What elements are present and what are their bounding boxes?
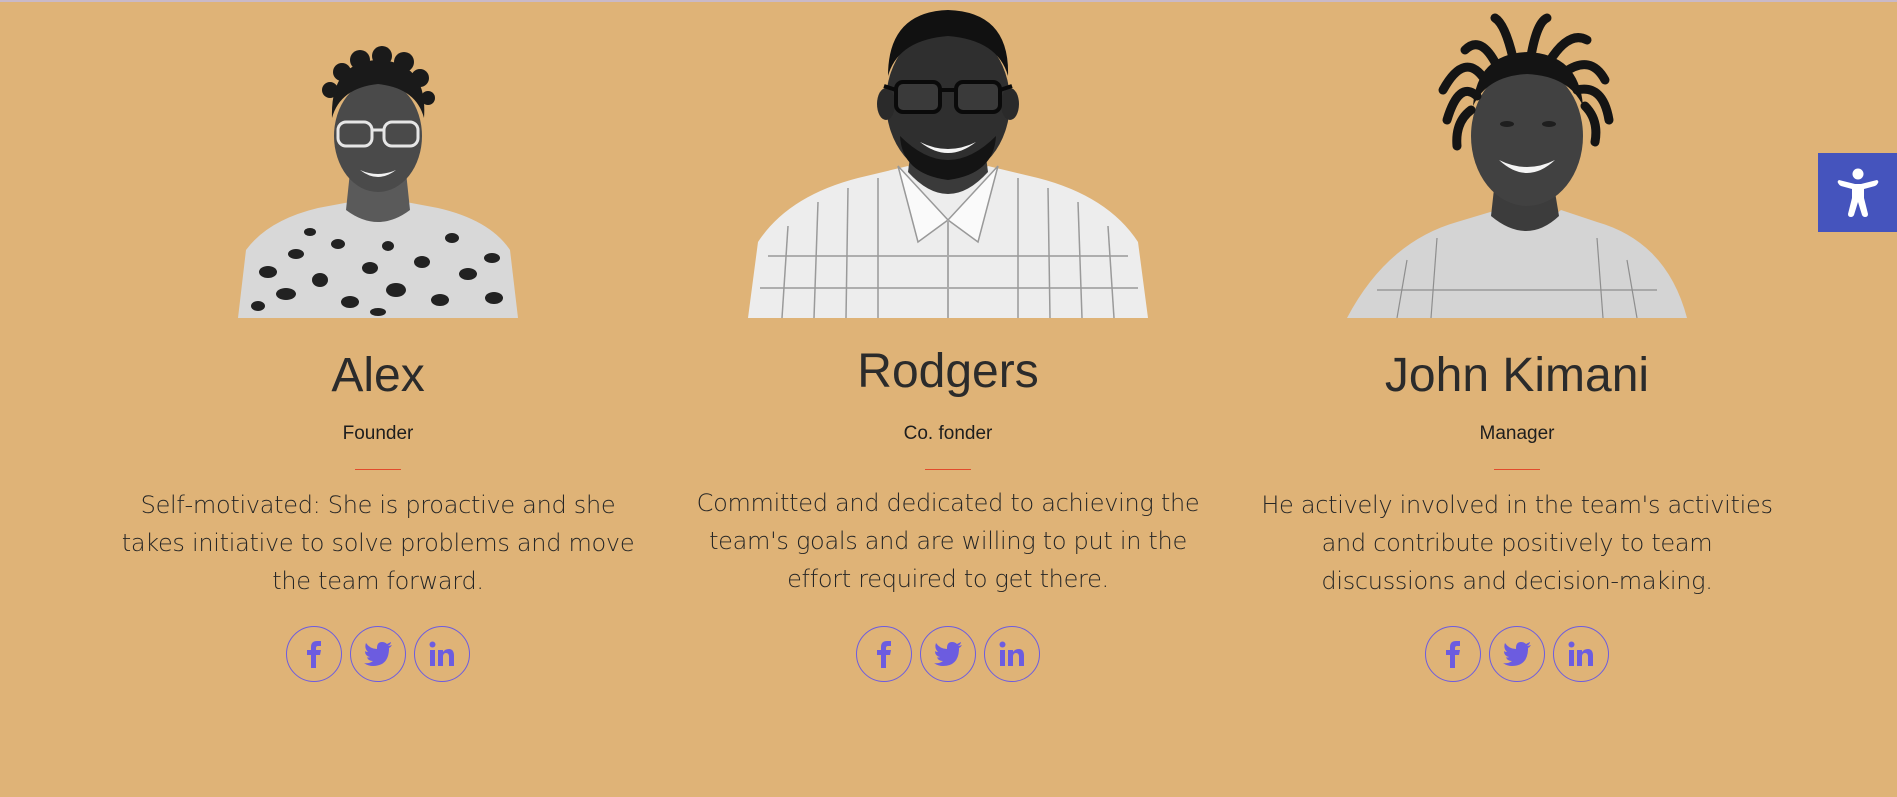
bio-line: He actively involved in the team's activ… xyxy=(1261,491,1773,519)
member-bio: He actively involved in the team's activ… xyxy=(1257,486,1777,600)
social-links xyxy=(688,626,1208,682)
member-photo xyxy=(118,2,638,318)
bio-line: the team forward. xyxy=(272,567,484,595)
twitter-link[interactable] xyxy=(920,626,976,682)
member-name: Rodgers xyxy=(857,345,1039,398)
linkedin-icon xyxy=(429,641,454,666)
bio-line: effort required to get there. xyxy=(787,565,1109,593)
portrait-photo-alex xyxy=(238,46,518,318)
portrait-photo-rodgers xyxy=(748,10,1148,318)
member-photo xyxy=(688,2,1208,318)
bio-line: discussions and decision-making. xyxy=(1321,567,1713,595)
bio-line: takes initiative to solve problems and m… xyxy=(121,529,635,557)
divider xyxy=(1494,469,1540,470)
facebook-icon xyxy=(307,641,321,668)
twitter-icon xyxy=(934,642,962,666)
linkedin-link[interactable] xyxy=(984,626,1040,682)
twitter-link[interactable] xyxy=(1489,626,1545,682)
bio-line: Self-motivated: She is proactive and she xyxy=(140,491,616,519)
facebook-link[interactable] xyxy=(286,626,342,682)
member-name: John Kimani xyxy=(1384,349,1650,402)
member-bio: Self-motivated: She is proactive and she… xyxy=(118,486,638,600)
member-bio: Committed and dedicated to achieving the… xyxy=(688,484,1208,598)
linkedin-link[interactable] xyxy=(414,626,470,682)
bio-line: and contribute positively to team xyxy=(1321,529,1713,557)
divider xyxy=(925,469,971,470)
member-role: Manager xyxy=(1479,423,1555,444)
social-links xyxy=(118,626,638,682)
accessibility-button[interactable] xyxy=(1818,153,1897,232)
twitter-link[interactable] xyxy=(350,626,406,682)
bio-line: team's goals and are willing to put in t… xyxy=(709,527,1187,555)
linkedin-icon xyxy=(1568,641,1593,666)
facebook-link[interactable] xyxy=(856,626,912,682)
member-role: Co. fonder xyxy=(903,423,993,444)
member-role: Founder xyxy=(342,423,414,444)
divider xyxy=(355,469,401,470)
portrait-photo-john xyxy=(1347,13,1687,318)
accessibility-icon xyxy=(1837,168,1878,217)
bio-line: Committed and dedicated to achieving the xyxy=(696,489,1200,517)
facebook-link[interactable] xyxy=(1425,626,1481,682)
twitter-icon xyxy=(364,642,392,666)
team-member-john-kimani: John Kimani Manager He actively involved… xyxy=(1257,2,1777,682)
twitter-icon xyxy=(1503,642,1531,666)
member-photo xyxy=(1257,2,1777,318)
team-member-rodgers: Rodgers Co. fonder Committed and dedicat… xyxy=(688,2,1208,682)
facebook-icon xyxy=(1446,641,1460,668)
linkedin-icon xyxy=(999,641,1024,666)
team-member-alex: Alex Founder Self-motivated: She is proa… xyxy=(118,2,638,682)
team-section: Alex Founder Self-motivated: She is proa… xyxy=(0,2,1897,797)
member-name: Alex xyxy=(331,349,425,402)
social-links xyxy=(1257,626,1777,682)
facebook-icon xyxy=(877,641,891,668)
linkedin-link[interactable] xyxy=(1553,626,1609,682)
